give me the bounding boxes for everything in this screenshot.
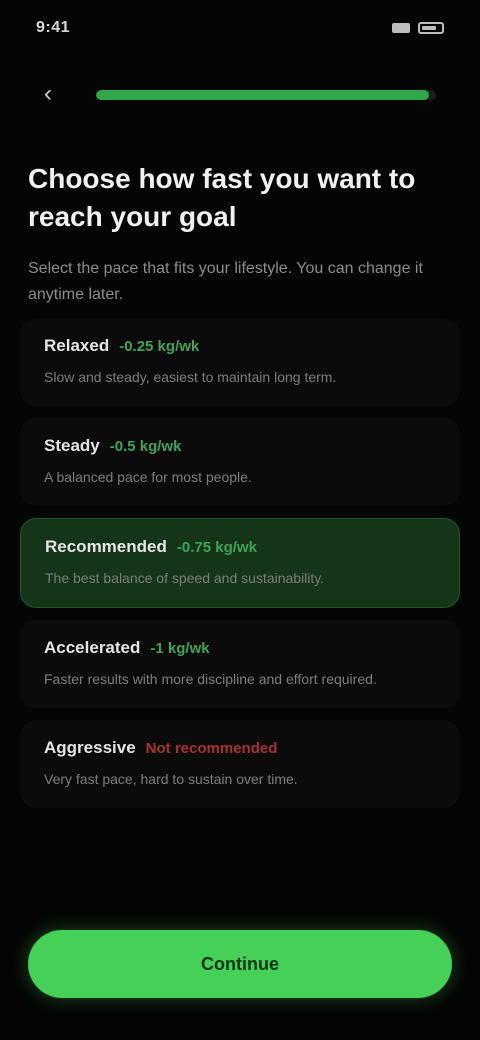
progress-fill (96, 90, 430, 100)
option-name: Recommended (45, 537, 167, 556)
option-name: Accelerated (44, 638, 141, 657)
option-relaxed[interactable]: Relaxed -0.25 kg/wk Slow and steady, eas… (20, 318, 460, 406)
option-tag: -0.5 kg/wk (109, 438, 182, 455)
option-recommended[interactable]: Recommended -0.75 kg/wk The best balance… (20, 518, 460, 608)
option-name: Aggressive (44, 738, 136, 757)
page-subtitle: Select the pace that fits your lifestyle… (28, 260, 423, 303)
header: Choose how fast you want to reach your g… (28, 160, 452, 308)
option-aggressive[interactable]: Aggressive Not recommended Very fast pac… (20, 720, 460, 808)
option-description: Faster results with more discipline and … (44, 671, 377, 687)
page-title: Choose how fast you want to reach your g… (28, 163, 416, 232)
signal-icon (392, 23, 410, 33)
option-description: Very fast pace, hard to sustain over tim… (44, 771, 298, 787)
status-bar: 9:41 (0, 0, 480, 56)
option-description: The best balance of speed and sustainabi… (45, 570, 325, 586)
status-icons (392, 22, 444, 34)
option-description: A balanced pace for most people. (44, 469, 252, 485)
option-tag: -1 kg/wk (150, 640, 210, 657)
option-name: Steady (44, 436, 100, 455)
pace-options: Relaxed -0.25 kg/wk Slow and steady, eas… (20, 318, 460, 820)
status-time: 9:41 (36, 19, 71, 36)
battery-icon (418, 22, 444, 34)
continue-button[interactable]: Continue (28, 930, 452, 998)
option-steady[interactable]: Steady -0.5 kg/wk A balanced pace for mo… (20, 418, 460, 506)
option-name: Relaxed (44, 336, 110, 355)
back-button[interactable]: ‹ (32, 78, 64, 110)
option-description: Slow and steady, easiest to maintain lon… (44, 369, 337, 385)
option-accelerated[interactable]: Accelerated -1 kg/wk Faster results with… (20, 620, 460, 708)
top-row: ‹ (0, 70, 480, 118)
progress-bar (96, 90, 436, 100)
option-warning-tag: Not recommended (145, 740, 278, 757)
option-tag: -0.25 kg/wk (119, 338, 200, 355)
option-tag: -0.75 kg/wk (176, 539, 257, 556)
chevron-left-icon: ‹ (44, 80, 52, 107)
